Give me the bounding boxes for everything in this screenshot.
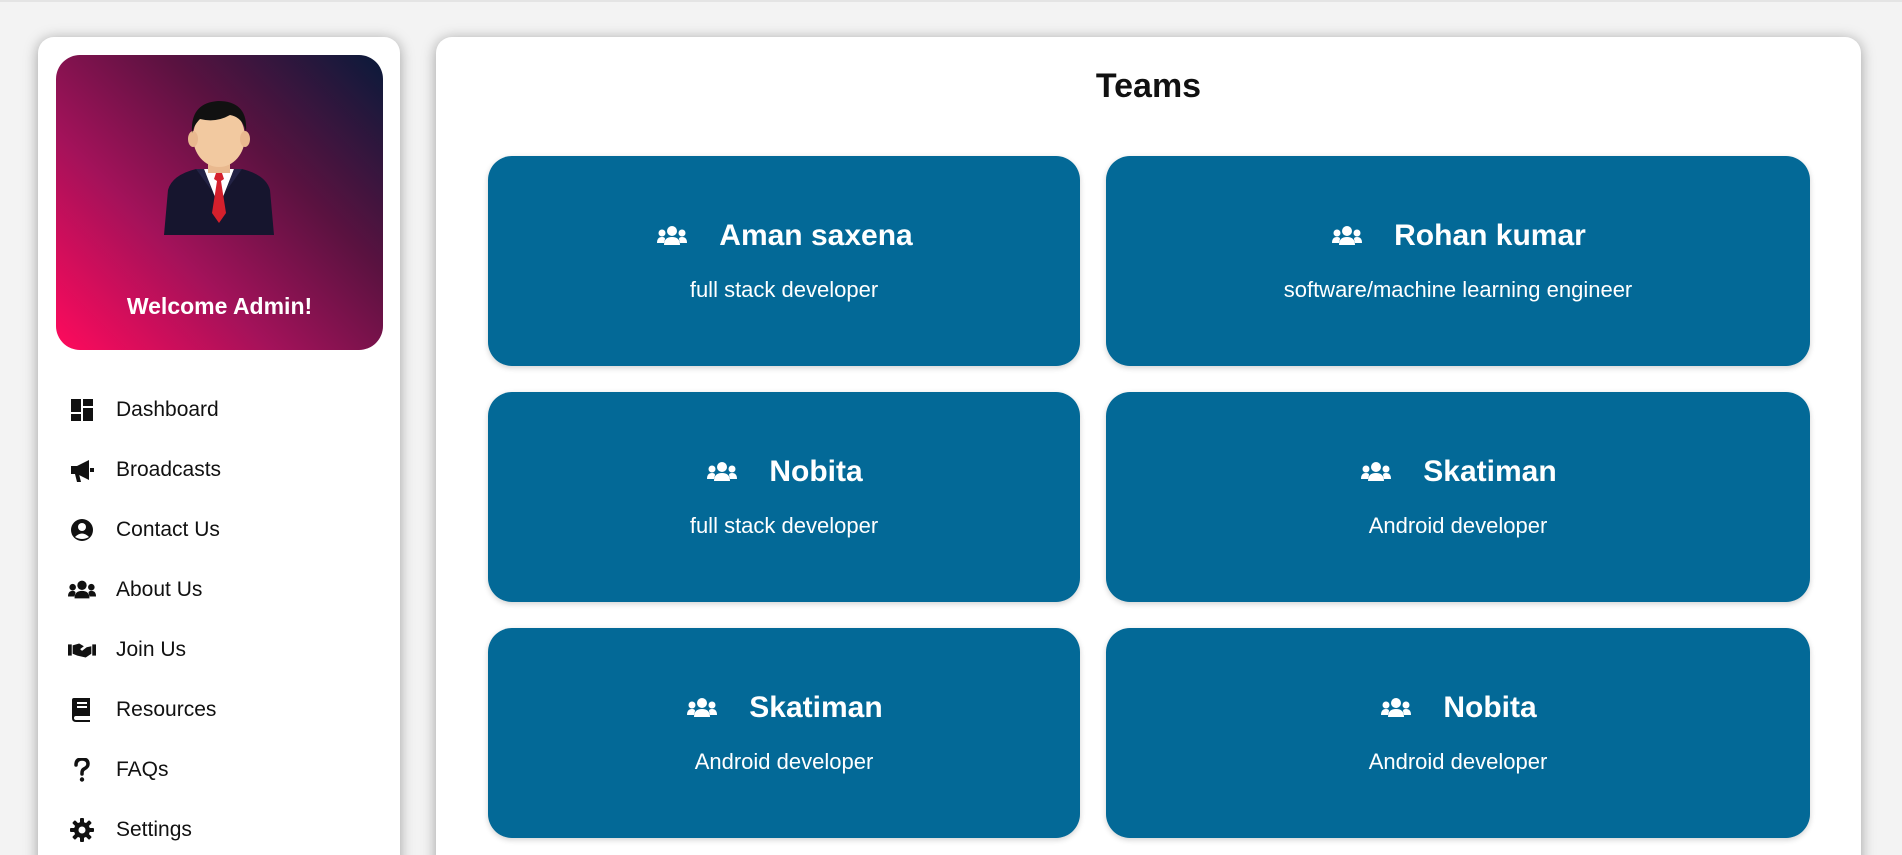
handshake-icon	[68, 636, 96, 664]
users-icon	[1359, 460, 1393, 484]
team-card-header: Nobita	[488, 455, 1080, 489]
team-card-header: Skatiman	[1106, 455, 1810, 489]
team-member-role: full stack developer	[689, 277, 879, 302]
team-member-role: full stack developer	[689, 513, 879, 538]
team-member-name: Aman saxena	[719, 219, 913, 252]
sidebar-item-label: Dashboard	[116, 398, 219, 421]
team-card[interactable]: Skatiman Android developer	[1106, 392, 1810, 602]
sidebar-item-label: Join Us	[116, 638, 187, 661]
question-icon	[68, 756, 96, 784]
team-member-role: Android developer	[1368, 513, 1548, 538]
team-card[interactable]: Skatiman Android developer	[488, 628, 1080, 838]
sidebar-item-contact-us[interactable]: Contact Us	[38, 500, 400, 560]
megaphone-icon	[68, 456, 96, 484]
gear-icon	[68, 816, 96, 844]
team-member-role: Android developer	[694, 749, 874, 774]
sidebar-nav: Dashboard Broadcasts Contact Us About Us	[38, 380, 400, 855]
sidebar-item-resources[interactable]: Resources	[38, 680, 400, 740]
book-icon	[68, 696, 96, 724]
sidebar: Welcome Admin! Dashboard Broadcasts Cont…	[38, 37, 400, 855]
sidebar-item-label: Settings	[116, 818, 192, 841]
users-icon	[1330, 224, 1364, 248]
sidebar-item-settings[interactable]: Settings	[38, 800, 400, 855]
users-icon	[655, 224, 689, 248]
users-icon	[705, 460, 739, 484]
sidebar-item-dashboard[interactable]: Dashboard	[38, 380, 400, 440]
top-border	[0, 0, 1902, 2]
team-card[interactable]: Nobita Android developer	[1106, 628, 1810, 838]
team-member-name: Nobita	[769, 455, 863, 488]
sidebar-item-label: Contact Us	[116, 518, 220, 541]
user-circle-icon	[68, 516, 96, 544]
team-card[interactable]: Aman saxena full stack developer	[488, 156, 1080, 366]
team-card-header: Skatiman	[488, 691, 1080, 725]
team-card-header: Nobita	[1106, 691, 1810, 725]
users-icon	[68, 576, 96, 604]
admin-avatar-icon	[164, 101, 274, 235]
dashboard-icon	[68, 396, 96, 424]
team-member-role: software/machine learning engineer	[1283, 277, 1633, 302]
sidebar-item-faqs[interactable]: FAQs	[38, 740, 400, 800]
team-member-role: Android developer	[1368, 749, 1548, 774]
team-member-name: Skatiman	[1423, 455, 1557, 488]
team-card-header: Aman saxena	[488, 219, 1080, 253]
sidebar-item-label: About Us	[116, 578, 203, 601]
team-member-name: Rohan kumar	[1394, 219, 1586, 252]
sidebar-item-join-us[interactable]: Join Us	[38, 620, 400, 680]
sidebar-item-about-us[interactable]: About Us	[38, 560, 400, 620]
team-member-name: Nobita	[1443, 691, 1537, 724]
users-icon	[685, 696, 719, 720]
users-icon	[1379, 696, 1413, 720]
sidebar-item-label: Resources	[116, 698, 217, 721]
team-card[interactable]: Rohan kumar software/machine learning en…	[1106, 156, 1810, 366]
sidebar-item-label: Broadcasts	[116, 458, 222, 481]
main-panel: Teams Aman saxena full stack developer R…	[436, 37, 1861, 855]
page-title: Teams	[1095, 67, 1202, 105]
page: Welcome Admin! Dashboard Broadcasts Cont…	[0, 0, 1902, 855]
team-card[interactable]: Nobita full stack developer	[488, 392, 1080, 602]
profile-card: Welcome Admin!	[56, 55, 383, 350]
welcome-text: Welcome Admin!	[126, 293, 313, 319]
team-card-header: Rohan kumar	[1106, 219, 1810, 253]
sidebar-item-label: FAQs	[116, 758, 169, 781]
sidebar-item-broadcasts[interactable]: Broadcasts	[38, 440, 400, 500]
team-member-name: Skatiman	[749, 691, 883, 724]
